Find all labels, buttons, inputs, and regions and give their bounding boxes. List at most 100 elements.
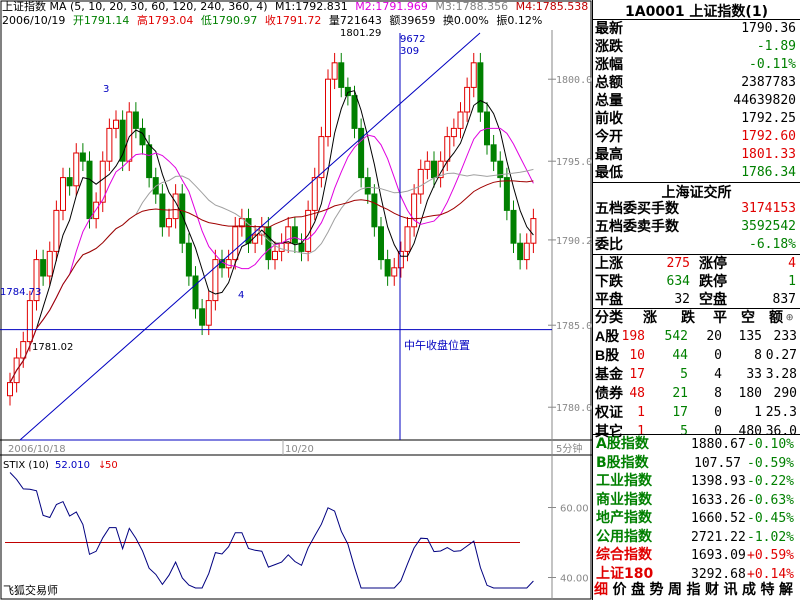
candle-up [205,300,212,326]
kline-chart-svg[interactable]: 1800.0 1795.0 1790.2 1785.0 1780.0 1801.29 178… [0,0,592,600]
table-row: 债券 48 21 8 180 290 [593,384,800,403]
ma3-value: M3:1788.356 [435,0,509,13]
table-row-name: 债券 [595,385,623,401]
candle-up [311,177,318,211]
index-row[interactable]: B股指数 107.57 -0.59% [593,454,800,473]
candle-down [477,62,484,113]
index-row[interactable]: 地产指数 1660.52 -0.45% [593,509,800,528]
candle-down [358,127,365,179]
table-header-cell: 空 [741,309,755,325]
index-value: 1880.67 [691,437,746,452]
bar-open: 开1791.14 [72,14,130,27]
candle-up [272,250,278,261]
tab-3[interactable]: 势 [650,580,664,600]
ma1-value: M1:1792.831 [275,0,348,13]
index-row[interactable]: A股指数 1880.67 -0.10% [593,435,800,454]
candle-up [457,111,464,129]
bar-volume: 量721643 [328,14,382,27]
tab-9[interactable]: 特 [761,580,775,600]
candle-up [470,62,477,88]
breadth-label: 空盘 [699,292,727,308]
high-label: 1801.29 [340,28,381,39]
tab-0[interactable]: 细 [594,580,608,600]
table-row-name: B股 [595,347,620,363]
tab-7[interactable]: 讯 [724,580,738,600]
table-header-cell: 平 [713,309,727,325]
panel-border [592,0,593,600]
expand-icon[interactable]: ⊕ [786,308,793,327]
tab-10[interactable]: 解 [779,580,793,600]
quote-value: -1.89 [756,39,796,54]
chart-frame [0,0,592,600]
candle-up [523,242,530,261]
tab-6[interactable]: 财 [705,580,719,600]
count-bottom: 309 [400,46,419,57]
index-name: 工业指数 [596,473,652,489]
order-label: 委比 [595,237,623,253]
table-header-cell: 涨 [643,309,657,325]
tab-5[interactable]: 指 [687,580,701,600]
kline-chart-area[interactable]: 1800.0 1795.0 1790.2 1785.0 1780.0 1801.29 178… [0,0,592,600]
tab-1[interactable]: 价 [613,580,627,600]
table-amount: 233 [773,329,797,344]
candle-down [490,144,497,162]
order-row: 五档委卖手数 3592542 [593,218,800,236]
candle-up [325,78,331,138]
index-value: 1693.09 [691,548,746,563]
category-table-header: 分类 涨 跌 平空额 ⊕ [593,308,800,327]
ma-header-line: 上证指数 MA (5, 10, 20, 30, 60, 120, 240, 36… [2,1,588,13]
candle-up [166,218,172,228]
candle-up [46,250,53,277]
y-tick-label: 1800.0 [556,75,592,86]
quote-value: 1790.36 [741,21,796,36]
breadth-value: 1 [788,274,796,289]
tab-4[interactable]: 周 [668,580,682,600]
candle-down [517,242,524,261]
table-up: 17 [629,367,645,382]
candle-up [232,226,239,261]
index-row[interactable]: 商业指数 1633.26 -0.63% [593,491,800,510]
table-row-name: A股 [595,328,620,344]
order-label: 五档委买手数 [595,201,679,217]
bar-amount: 额39659 [389,14,436,27]
index-pct: -0.22% [747,474,794,489]
candle-up [411,193,418,228]
tab-2[interactable]: 盘 [631,580,645,600]
index-row[interactable]: 综合指数 1693.09 +0.59% [593,546,800,565]
candle-down [351,95,358,129]
bar-turnover: 换0.00% [442,14,489,27]
quote-value: 1792.25 [741,111,796,126]
table-down: 542 [664,329,688,344]
quote-row: 最高 1801.33 [593,146,800,164]
index-row[interactable]: 工业指数 1398.93 -0.22% [593,472,800,491]
quote-label: 涨跌 [595,39,623,55]
ohlc-header-line: 2006/10/19 开1791.14 高1793.04 低1790.97 收1… [2,15,542,27]
quote-row: 今开 1792.60 [593,128,800,146]
x-label-mid: 10/20 [285,444,314,455]
table-empty: 1 [754,405,762,420]
stix-title: STIX (10) [3,460,49,471]
index-name: B股指数 [596,454,649,471]
quote-row: 最低 1786.34 [593,164,800,182]
order-row: 五档委买手数 3174153 [593,200,800,218]
breadth-row: 上涨 275 涨停 4 [593,255,800,273]
y-tick-label: 1785.0 [556,321,592,332]
index-pct: -0.59% [747,455,794,471]
quote-value: 2387783 [741,75,796,90]
candle-down [298,242,305,252]
breadth-value: 32 [674,292,690,307]
index-row[interactable]: 公用指数 2721.22 -1.02% [593,528,800,547]
candle-down [40,259,47,277]
table-amount: 3.28 [765,367,797,382]
candle-up [424,160,431,170]
quote-panel: 1A0001 上证指数(1) 最新 1790.36 涨跌 -1.89 涨幅 -0.11% 总额… [593,0,800,600]
quote-row: 前收 1792.25 [593,110,800,128]
breadth-value: 4 [788,256,796,271]
candle-down [159,193,166,228]
breadth-label: 上涨 [595,256,623,272]
candle-down [431,160,437,179]
order-value: 3174153 [741,201,796,216]
ma-title: 上证指数 MA (5, 10, 20, 30, 60, 120, 240, 36… [2,0,268,13]
index-pct: +0.59% [747,548,794,563]
tab-8[interactable]: 成 [742,580,756,600]
